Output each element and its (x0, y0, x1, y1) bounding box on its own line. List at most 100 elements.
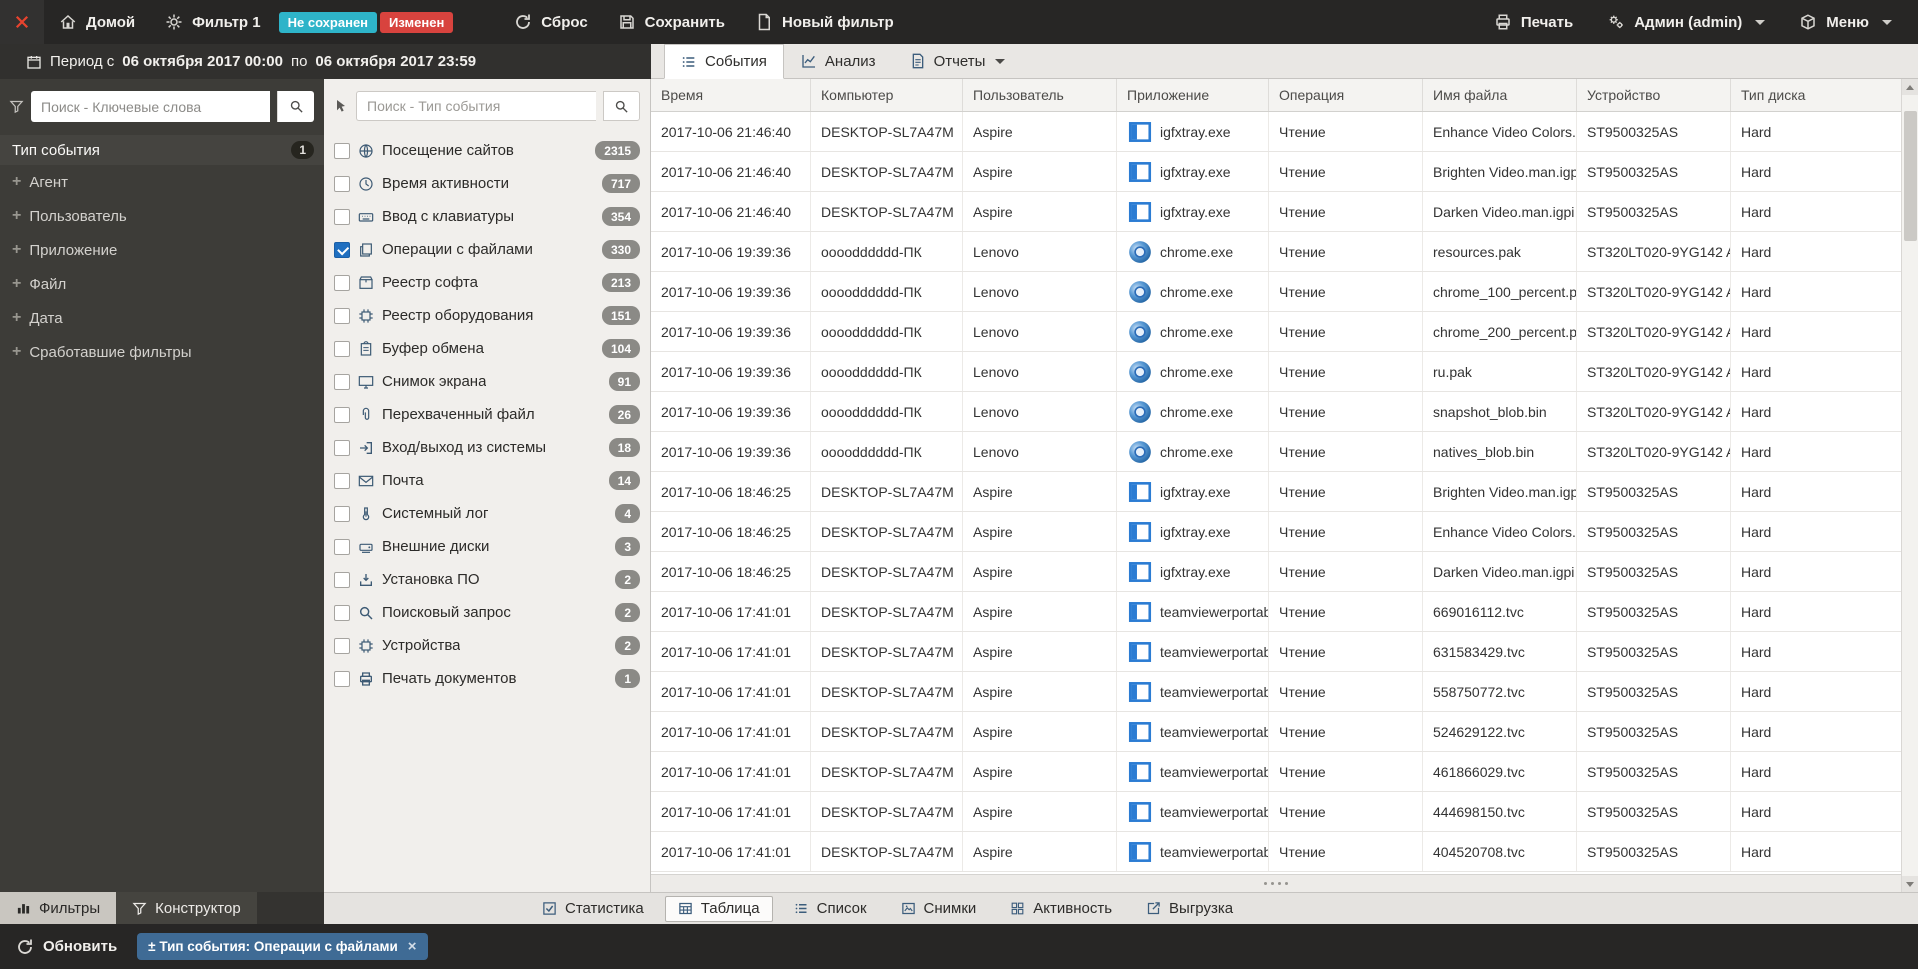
table-row[interactable]: 2017-10-06 18:46:25 DESKTOP-SL7A47M Aspi… (651, 472, 1901, 512)
event-type-checkbox[interactable] (334, 439, 350, 456)
event-type-item[interactable]: Перехваченный файл 26 (324, 398, 650, 431)
sidebar-tab[interactable]: Конструктор (116, 892, 257, 924)
event-type-item[interactable]: Поисковый запрос 2 (324, 596, 650, 629)
horizontal-scrollbar[interactable] (651, 874, 1901, 892)
event-type-checkbox[interactable] (334, 274, 350, 291)
filter-category[interactable]: + Пользователь (0, 199, 324, 233)
column-header[interactable]: Компьютер (811, 79, 963, 111)
event-type-item[interactable]: Реестр оборудования 151 (324, 299, 650, 332)
event-type-item[interactable]: Операции с файлами 330 (324, 233, 650, 266)
event-type-checkbox[interactable] (334, 604, 350, 621)
table-row[interactable]: 2017-10-06 19:39:36 oooodddddd-ПК Lenovo… (651, 232, 1901, 272)
table-row[interactable]: 2017-10-06 18:46:25 DESKTOP-SL7A47M Aspi… (651, 552, 1901, 592)
admin-menu-button[interactable]: Админ (admin) (1603, 13, 1769, 31)
keywords-search-button[interactable] (277, 91, 314, 122)
print-button[interactable]: Печать (1490, 13, 1577, 31)
event-type-item[interactable]: Буфер обмена 104 (324, 332, 650, 365)
column-header[interactable]: Время (651, 79, 811, 111)
view-tab[interactable]: Таблица (664, 895, 773, 922)
table-row[interactable]: 2017-10-06 19:39:36 oooodddddd-ПК Lenovo… (651, 392, 1901, 432)
table-row[interactable]: 2017-10-06 21:46:40 DESKTOP-SL7A47M Aspi… (651, 112, 1901, 152)
table-row[interactable]: 2017-10-06 17:41:01 DESKTOP-SL7A47M Aspi… (651, 792, 1901, 832)
event-type-item[interactable]: Реестр софта 213 (324, 266, 650, 299)
refresh-button[interactable]: Обновить (16, 938, 117, 956)
event-type-checkbox[interactable] (334, 571, 350, 588)
event-type-item[interactable]: Устройства 2 (324, 629, 650, 662)
event-type-checkbox[interactable] (334, 505, 350, 522)
event-type-item[interactable]: Ввод с клавиатуры 354 (324, 200, 650, 233)
event-type-checkbox[interactable] (334, 307, 350, 324)
event-type-item[interactable]: Установка ПО 2 (324, 563, 650, 596)
event-type-item[interactable]: Системный лог 4 (324, 497, 650, 530)
view-tab[interactable]: Статистика (529, 896, 657, 922)
event-type-checkbox[interactable] (334, 472, 350, 489)
filter-category[interactable]: + Дата (0, 301, 324, 335)
main-tab[interactable]: Анализ (784, 44, 893, 78)
event-type-item[interactable]: Вход/выход из системы 18 (324, 431, 650, 464)
table-row[interactable]: 2017-10-06 17:41:01 DESKTOP-SL7A47M Aspi… (651, 832, 1901, 872)
table-row[interactable]: 2017-10-06 17:41:01 DESKTOP-SL7A47M Aspi… (651, 592, 1901, 632)
table-row[interactable]: 2017-10-06 19:39:36 oooodddddd-ПК Lenovo… (651, 312, 1901, 352)
column-header[interactable]: Устройство (1577, 79, 1731, 111)
vertical-scrollbar[interactable] (1901, 79, 1918, 892)
event-type-checkbox[interactable] (334, 175, 350, 192)
table-row[interactable]: 2017-10-06 17:41:01 DESKTOP-SL7A47M Aspi… (651, 672, 1901, 712)
column-header[interactable]: Операция (1269, 79, 1423, 111)
close-button[interactable] (0, 0, 44, 44)
main-tab[interactable]: События (664, 44, 784, 79)
table-row[interactable]: 2017-10-06 19:39:36 oooodddddd-ПК Lenovo… (651, 352, 1901, 392)
save-button[interactable]: Сохранить (603, 0, 740, 44)
view-tab[interactable]: Снимки (888, 896, 990, 922)
view-tab[interactable]: Активность (997, 896, 1125, 922)
home-button[interactable]: Домой (44, 0, 150, 44)
reset-button[interactable]: Сброс (499, 0, 602, 44)
period-bar[interactable]: Период с 06 октября 2017 00:00 по 06 окт… (0, 44, 651, 79)
event-type-item[interactable]: Печать документов 1 (324, 662, 650, 695)
event-type-checkbox[interactable] (334, 241, 350, 258)
view-tab[interactable]: Выгрузка (1133, 896, 1246, 922)
scrollbar-grip[interactable] (1264, 882, 1288, 885)
table-row[interactable]: 2017-10-06 17:41:01 DESKTOP-SL7A47M Aspi… (651, 632, 1901, 672)
event-type-item[interactable]: Почта 14 (324, 464, 650, 497)
column-header[interactable]: Имя файла (1423, 79, 1577, 111)
new-filter-button[interactable]: Новый фильтр (740, 0, 909, 44)
column-header[interactable]: Приложение (1117, 79, 1269, 111)
event-type-checkbox[interactable] (334, 142, 350, 159)
filter-category-event-type[interactable]: Тип события 1 (0, 135, 324, 165)
table-row[interactable]: 2017-10-06 19:39:36 oooodddddd-ПК Lenovo… (651, 272, 1901, 312)
event-type-item[interactable]: Посещение сайтов 2315 (324, 134, 650, 167)
sidebar-tab[interactable]: Фильтры (0, 892, 117, 924)
filter-category[interactable]: + Приложение (0, 233, 324, 267)
event-type-checkbox[interactable] (334, 340, 350, 357)
remove-filter-button[interactable]: × (408, 938, 417, 955)
table-row[interactable]: 2017-10-06 19:39:36 oooodddddd-ПК Lenovo… (651, 432, 1901, 472)
filter-category[interactable]: + Агент (0, 165, 324, 199)
filter-button[interactable]: Фильтр 1 (150, 0, 275, 44)
event-type-checkbox[interactable] (334, 637, 350, 654)
table-row[interactable]: 2017-10-06 18:46:25 DESKTOP-SL7A47M Aspi… (651, 512, 1901, 552)
event-type-checkbox[interactable] (334, 670, 350, 687)
event-type-item[interactable]: Снимок экрана 91 (324, 365, 650, 398)
event-type-checkbox[interactable] (334, 208, 350, 225)
filter-category[interactable]: + Сработавшие фильтры (0, 335, 324, 369)
event-type-item[interactable]: Время активности 717 (324, 167, 650, 200)
keywords-search-input[interactable] (31, 91, 270, 122)
active-filter-chip[interactable]: ± Тип события: Операции с файлами × (137, 933, 428, 960)
event-type-item[interactable]: Внешние диски 3 (324, 530, 650, 563)
column-header[interactable]: Тип диска (1731, 79, 1901, 111)
main-tab[interactable]: Отчеты (893, 44, 1023, 78)
event-type-checkbox[interactable] (334, 406, 350, 423)
scroll-up-button[interactable] (1902, 79, 1918, 95)
main-menu-button[interactable]: Меню (1795, 13, 1896, 31)
event-type-checkbox[interactable] (334, 373, 350, 390)
filter-category[interactable]: + Файл (0, 267, 324, 301)
event-type-search-button[interactable] (603, 91, 640, 121)
table-row[interactable]: 2017-10-06 21:46:40 DESKTOP-SL7A47M Aspi… (651, 192, 1901, 232)
scroll-down-button[interactable] (1902, 876, 1918, 892)
table-row[interactable]: 2017-10-06 21:46:40 DESKTOP-SL7A47M Aspi… (651, 152, 1901, 192)
table-row[interactable]: 2017-10-06 17:41:01 DESKTOP-SL7A47M Aspi… (651, 752, 1901, 792)
event-type-search-input[interactable] (356, 91, 596, 121)
scrollbar-thumb[interactable] (1903, 111, 1917, 241)
event-type-checkbox[interactable] (334, 538, 350, 555)
table-row[interactable]: 2017-10-06 17:41:01 DESKTOP-SL7A47M Aspi… (651, 712, 1901, 752)
